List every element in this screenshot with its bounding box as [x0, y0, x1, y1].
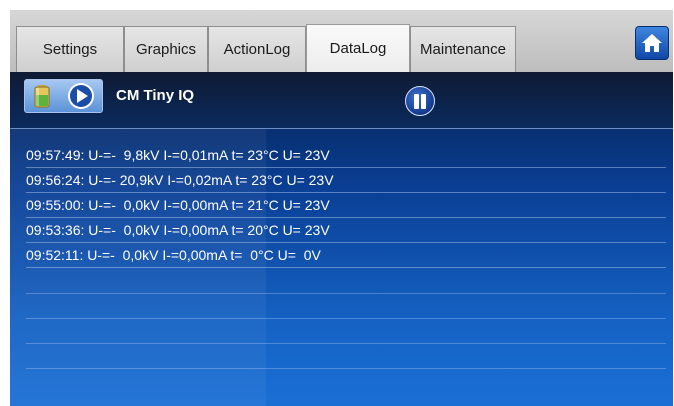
log-row: 09:57:49: U-=- 9,8kV I-=0,01mA t= 23°C U…	[26, 143, 666, 168]
tab-graphics[interactable]: Graphics	[124, 26, 208, 72]
tab-datalog[interactable]: DataLog	[306, 24, 410, 72]
device-controls	[24, 79, 103, 113]
pause-button[interactable]	[405, 86, 435, 116]
device-screen: Settings Graphics ActionLog DataLog Main…	[10, 10, 673, 406]
datalog-toolbar: CM Tiny IQ	[10, 72, 673, 129]
empty-row-divider	[26, 368, 666, 369]
log-row: 09:52:11: U-=- 0,0kV I-=0,00mA t= 0°C U=…	[26, 243, 666, 268]
tab-bar: Settings Graphics ActionLog DataLog Main…	[10, 10, 673, 72]
device-name-label: CM Tiny IQ	[116, 87, 195, 104]
battery-icon[interactable]	[30, 84, 54, 108]
log-row: 09:56:24: U-=- 20,9kV I-=0,02mA t= 23°C …	[26, 168, 666, 193]
empty-row-divider	[26, 343, 666, 344]
log-row: 09:55:00: U-=- 0,0kV I-=0,00mA t= 21°C U…	[26, 193, 666, 218]
tab-settings[interactable]: Settings	[16, 26, 124, 72]
home-button[interactable]	[635, 26, 669, 60]
tab-maintenance[interactable]: Maintenance	[410, 26, 516, 72]
empty-row-divider	[26, 318, 666, 319]
empty-row-divider	[26, 293, 666, 294]
data-log-list[interactable]: 09:57:49: U-=- 9,8kV I-=0,01mA t= 23°C U…	[10, 129, 673, 406]
home-icon	[642, 34, 662, 52]
log-row: 09:53:36: U-=- 0,0kV I-=0,00mA t= 20°C U…	[26, 218, 666, 243]
tab-actionlog[interactable]: ActionLog	[208, 26, 306, 72]
play-icon[interactable]	[67, 82, 95, 110]
datalog-panel: CM Tiny IQ 09:57:49: U-=- 9,8kV I-=0,01m…	[10, 72, 673, 406]
